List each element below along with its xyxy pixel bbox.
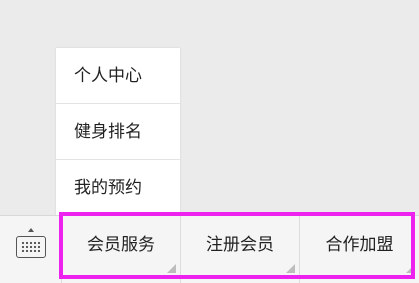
menu-button-member-services[interactable]: 会员服务: [62, 216, 181, 283]
submenu-indicator-icon: [406, 264, 415, 273]
submenu-item-personal-center[interactable]: 个人中心: [56, 48, 180, 104]
caret-up-icon: [28, 228, 34, 232]
wechat-menu-screen: 个人中心 健身排名 我的预约 会员服务 注册会员 合作加盟: [0, 0, 419, 283]
submenu-indicator-icon: [167, 264, 176, 273]
submenu-indicator-icon: [286, 264, 295, 273]
menu-button-register-member[interactable]: 注册会员: [181, 216, 300, 283]
menu-button-label: 会员服务: [87, 235, 155, 255]
menu-button-label: 合作加盟: [325, 235, 394, 255]
submenu-popup: 个人中心 健身排名 我的预约: [56, 48, 180, 217]
keyboard-toggle-button[interactable]: [0, 216, 62, 283]
keyboard-icon: [16, 236, 46, 258]
menu-button-label: 注册会员: [206, 235, 274, 255]
bottom-menu-bar: 会员服务 注册会员 合作加盟: [0, 215, 419, 283]
submenu-item-my-booking[interactable]: 我的预约: [56, 160, 180, 217]
submenu-item-fitness-ranking[interactable]: 健身排名: [56, 104, 180, 160]
menu-button-franchise[interactable]: 合作加盟: [300, 216, 419, 283]
